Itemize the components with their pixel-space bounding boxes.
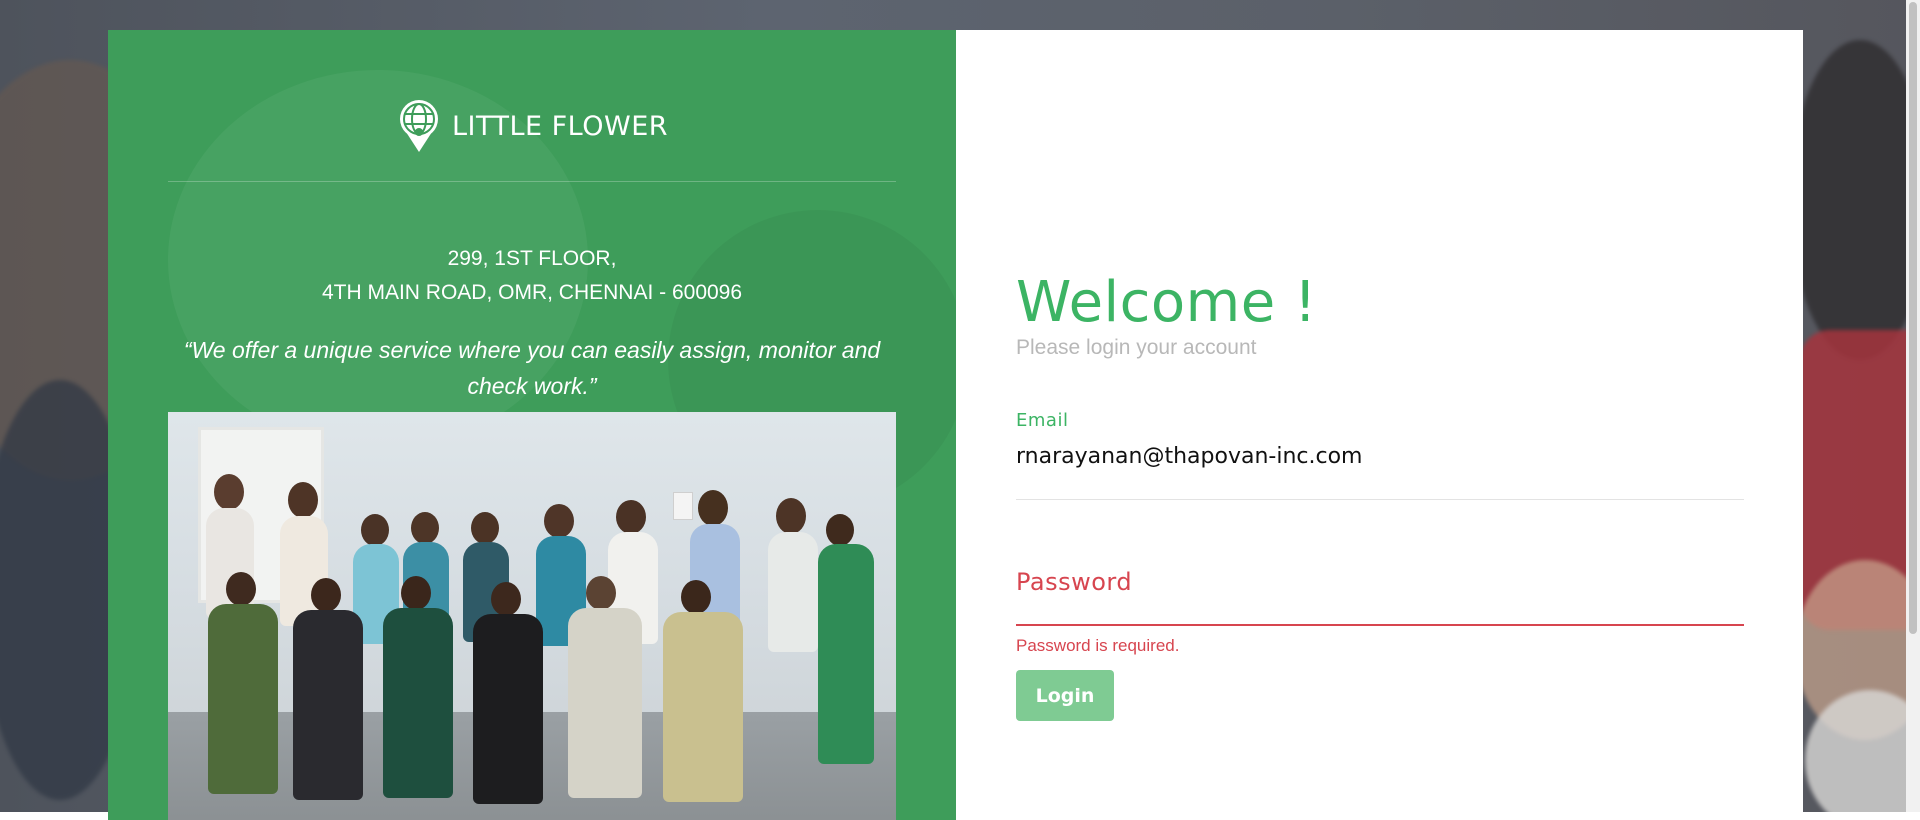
background-figure: [1790, 40, 1920, 360]
page-scrollbar[interactable]: [1906, 0, 1920, 812]
password-field[interactable]: [1016, 590, 1744, 620]
globe-pin-icon: [399, 100, 438, 152]
scrollbar-thumb[interactable]: [1909, 2, 1917, 634]
address-line-1: 299, 1ST FLOOR,: [447, 247, 617, 270]
brand: LITTLE FLOWER: [108, 98, 956, 154]
group-photo: [168, 412, 896, 820]
email-label: Email: [1016, 410, 1069, 431]
company-info-panel: LITTLE FLOWER 299, 1ST FLOOR, 4TH MAIN R…: [108, 30, 956, 820]
login-form-panel: Welcome ! Please login your account Emai…: [956, 30, 1803, 820]
login-button[interactable]: Login: [1016, 670, 1114, 721]
photo-switch: [673, 492, 693, 520]
password-underline: [1016, 624, 1744, 626]
password-error: Password is required.: [1016, 636, 1180, 655]
company-quote: “We offer a unique service where you can…: [183, 337, 881, 399]
login-card: LITTLE FLOWER 299, 1ST FLOOR, 4TH MAIN R…: [108, 30, 1803, 820]
login-subtitle: Please login your account: [1016, 336, 1257, 359]
welcome-title: Welcome !: [1016, 270, 1317, 335]
address-line-2: 4TH MAIN ROAD, OMR, CHENNAI - 600096: [321, 281, 743, 304]
email-underline: [1016, 499, 1744, 500]
brand-name: LITTLE FLOWER: [451, 110, 669, 142]
divider: [168, 181, 896, 182]
email-field[interactable]: [1016, 444, 1744, 469]
address: 299, 1ST FLOOR, 4TH MAIN ROAD, OMR, CHEN…: [108, 242, 956, 310]
